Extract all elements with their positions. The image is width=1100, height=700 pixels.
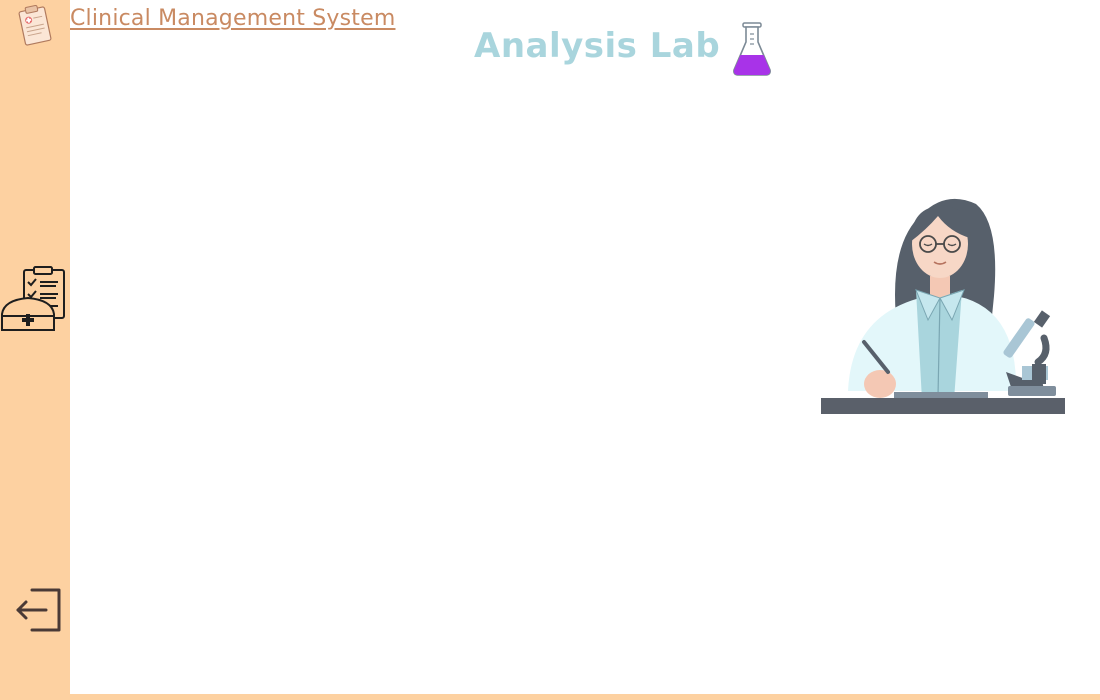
lab-scientist-illustration [821,198,1065,414]
logout-icon[interactable] [14,586,64,634]
clipboard-prescription-icon [18,4,52,46]
nurse-clipboard-icon[interactable] [0,266,68,336]
bottom-border [70,694,1100,700]
page-title: Analysis Lab [474,26,721,66]
app-title-link[interactable]: Clinical Management System [70,6,395,31]
flask-icon [733,22,771,76]
